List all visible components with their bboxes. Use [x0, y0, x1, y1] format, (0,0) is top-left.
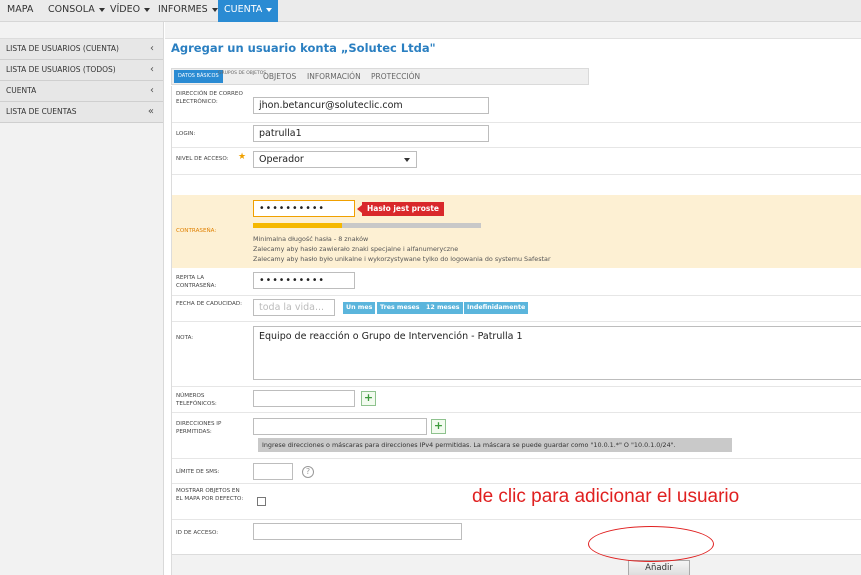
nav-label: MAPA — [7, 4, 34, 15]
expiry-three-months-chip[interactable]: Tres meses — [377, 302, 423, 314]
page-title: Agregar un usuario konta „Solutec Ltda" — [171, 41, 436, 55]
expiry-twelve-months-chip[interactable]: 12 meses — [423, 302, 463, 314]
password-strength-fill — [253, 223, 342, 228]
sidebar: LISTA DE USUARIOS (CUENTA) ‹ LISTA DE US… — [0, 22, 164, 575]
sidebar-item-label: LISTA DE CUENTAS — [6, 107, 77, 116]
email-label: DIRECCIÓN DE CORREO ELECTRÓNICO: — [176, 91, 243, 105]
phone-number-input[interactable] — [253, 390, 355, 407]
sidebar-item-accounts-list[interactable]: LISTA DE CUENTAS « — [0, 102, 163, 123]
tab-protection[interactable]: PROTECCIÓN — [371, 69, 420, 84]
nav-label: CONSOLA — [48, 4, 95, 15]
help-icon[interactable]: ? — [302, 466, 314, 478]
form-footer: Añadir — [172, 554, 861, 575]
sidebar-header-strip — [0, 22, 163, 39]
login-label: LOGIN: — [176, 131, 196, 137]
chevron-down-icon — [98, 7, 105, 12]
access-id-label: ID DE ACCESO: — [176, 530, 219, 536]
sidebar-item-users-account[interactable]: LISTA DE USUARIOS (CUENTA) ‹ — [0, 39, 163, 60]
expiry-label: FECHA DE CADUCIDAD: — [176, 301, 243, 307]
add-ip-button[interactable]: + — [431, 419, 446, 434]
password-panel: CONTRASEÑA: •••••••••• Hasło jest proste… — [172, 195, 861, 268]
nav-label: CUENTA — [224, 4, 263, 15]
sidebar-item-account[interactable]: CUENTA ‹ — [0, 81, 163, 102]
nav-item-video[interactable]: VÍDEO — [110, 0, 151, 22]
sidebar-item-users-all[interactable]: LISTA DE USUARIOS (TODOS) ‹ — [0, 60, 163, 81]
access-level-value: Operador — [259, 154, 304, 165]
chevron-down-icon — [144, 7, 151, 12]
row-divider — [172, 147, 861, 148]
sidebar-item-label: LISTA DE USUARIOS (TODOS) — [6, 65, 116, 74]
row-divider — [172, 122, 861, 123]
tab-basic-data[interactable]: DATOS BÁSICOS — [174, 70, 223, 83]
access-level-label: NIVEL DE ACCESO: — [176, 156, 229, 162]
chevron-down-icon — [404, 158, 410, 162]
chevron-left-icon: ‹ — [150, 43, 154, 54]
ip-hint-tooltip: Ingrese direcciones o máscaras para dire… — [258, 438, 732, 452]
row-divider — [172, 519, 861, 520]
password-hint: Minimalna długość hasła - 8 znaków — [253, 235, 369, 243]
repeat-password-label: REPITA LA CONTRASEÑA: — [176, 275, 217, 289]
show-objects-checkbox[interactable] — [257, 497, 266, 506]
note-textarea[interactable]: Equipo de reacción o Grupo de Intervenci… — [253, 326, 861, 380]
row-divider — [172, 295, 861, 296]
sidebar-item-label: LISTA DE USUARIOS (CUENTA) — [6, 44, 119, 53]
chevron-left-icon: ‹ — [150, 64, 154, 75]
tab-object-groups[interactable]: GRUPOS DE OBJETOS — [218, 71, 266, 86]
phone-numbers-label: NÚMEROS TELEFÓNICOS: — [176, 393, 217, 407]
allowed-ips-label: DIRECCIONES IP PERMITIDAS: — [176, 421, 222, 435]
nav-item-consola[interactable]: CONSOLA — [48, 0, 105, 22]
double-chevron-left-icon: « — [147, 106, 154, 117]
row-divider — [172, 412, 861, 413]
nav-item-mapa[interactable]: MAPA — [7, 0, 33, 22]
annotation-text: de clic para adicionar el usuario — [472, 486, 740, 507]
sms-limit-input[interactable] — [253, 463, 293, 480]
expiry-one-month-chip[interactable]: Un mes — [343, 302, 376, 314]
repeat-password-field[interactable]: •••••••••• — [253, 272, 355, 289]
tab-information[interactable]: INFORMACIÓN — [307, 69, 361, 84]
login-field[interactable]: patrulla1 — [253, 125, 489, 142]
required-star-icon: ★ — [238, 152, 247, 162]
top-navigation: MAPA CONSOLA VÍDEO INFORMES CUENTA — [0, 0, 861, 22]
password-label: CONTRASEÑA: — [176, 228, 217, 234]
toolbar-strip — [165, 22, 861, 39]
tab-bar: DATOS BÁSICOS GRUPOS DE OBJETOS OBJETOS … — [171, 68, 589, 85]
add-phone-button[interactable]: + — [361, 391, 376, 406]
add-user-button[interactable]: Añadir — [628, 560, 690, 575]
annotation-circle — [588, 526, 714, 562]
show-objects-label: MOSTRAR OBJETOS EN EL MAPA POR DEFECTO: — [176, 488, 244, 502]
nav-label: VÍDEO — [110, 4, 141, 15]
email-field[interactable]: jhon.betancur@soluteclic.com — [253, 97, 489, 114]
row-divider — [172, 458, 861, 459]
nav-item-cuenta[interactable]: CUENTA — [218, 0, 279, 22]
chevron-left-icon: ‹ — [150, 85, 154, 96]
password-strength-badge: Hasło jest proste — [356, 202, 445, 216]
row-divider — [172, 321, 861, 322]
row-divider — [172, 483, 861, 484]
row-divider — [172, 174, 861, 175]
chevron-down-icon — [211, 7, 218, 12]
nav-item-informes[interactable]: INFORMES — [158, 0, 218, 22]
access-level-select[interactable]: Operador — [253, 151, 417, 168]
password-hint: Zalecamy aby hasło zawierało znaki specj… — [253, 245, 459, 253]
chevron-down-icon — [266, 7, 273, 12]
access-id-input[interactable] — [253, 523, 462, 540]
nav-label: INFORMES — [158, 4, 208, 15]
expiry-indefinite-chip[interactable]: Indefinidamente — [464, 302, 529, 314]
password-hint: Zalecamy aby hasło było unikalne i wykor… — [253, 255, 551, 263]
password-field[interactable]: •••••••••• — [253, 200, 355, 217]
row-divider — [172, 386, 861, 387]
note-label: NOTA: — [176, 335, 194, 341]
password-strength-bar — [253, 223, 481, 228]
sms-limit-label: LÍMITE DE SMS: — [176, 469, 220, 475]
sidebar-item-label: CUENTA — [6, 86, 37, 95]
allowed-ip-input[interactable] — [253, 418, 427, 435]
expiry-date-input[interactable]: toda la vida... — [253, 299, 335, 316]
tab-objects[interactable]: OBJETOS — [263, 69, 296, 84]
